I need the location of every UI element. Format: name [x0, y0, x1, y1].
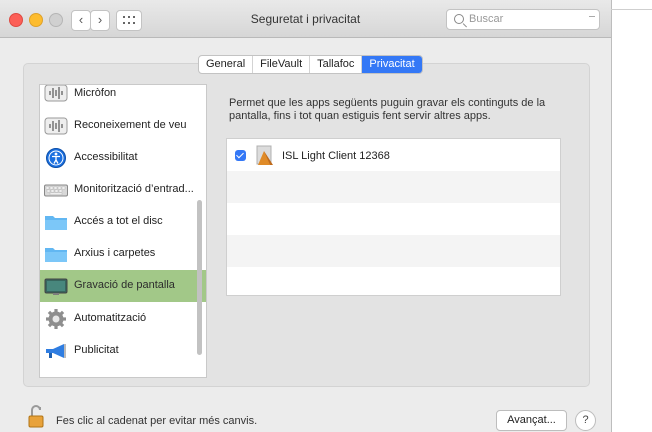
- folder-icon: [45, 216, 67, 230]
- sidebar-item-partial: [40, 368, 206, 378]
- background-line: [611, 9, 652, 10]
- search-input[interactable]: Buscar: [446, 9, 600, 30]
- help-button[interactable]: ?: [575, 410, 596, 431]
- app-name: ISL Light Client 12368: [282, 150, 390, 162]
- sidebar-item-accessibilitat[interactable]: Accessibilitat: [40, 142, 206, 174]
- accessibility-icon: [46, 148, 66, 168]
- sidebar-item-label: Publicitat: [74, 344, 119, 356]
- advanced-button[interactable]: Avançat...: [496, 410, 567, 431]
- preferences-window: ‹ › Seguretat i privacitat Buscar Genera…: [0, 0, 612, 432]
- sidebar-item-label: Arxius i carpetes: [74, 247, 156, 259]
- isl-app-icon: [256, 145, 273, 165]
- tab-privacitat[interactable]: Privacitat: [362, 56, 422, 73]
- title-bar: ‹ › Seguretat i privacitat Buscar: [0, 0, 611, 38]
- description-text: Permet que les apps següents puguin grav…: [229, 97, 546, 122]
- sidebar-item-microfon[interactable]: Micròfon: [40, 85, 206, 109]
- tab-general[interactable]: General: [199, 56, 254, 73]
- sidebar-item-gravacio-pantalla[interactable]: Gravació de pantalla: [40, 270, 206, 302]
- app-list: ISL Light Client 12368: [226, 138, 561, 296]
- sidebar-item-monitoritzacio[interactable]: Monitorització d’entrad...: [40, 174, 206, 206]
- lock-text: Fes clic al cadenat per evitar més canvi…: [56, 415, 258, 427]
- sidebar-item-label: Reconeixement de veu: [74, 119, 187, 131]
- sidebar-item-label: Automatització: [74, 312, 147, 324]
- privacy-category-list[interactable]: Micròfon Reconeixement de veu Accessibil…: [39, 84, 207, 378]
- keyboard-icon: [44, 184, 68, 197]
- sidebar-item-label: Accés a tot el disc: [74, 215, 163, 227]
- display-icon: [44, 278, 68, 295]
- empty-row: [227, 267, 560, 293]
- sidebar-item-publicitat[interactable]: Publicitat: [40, 335, 206, 367]
- sidebar-item-automatitzacio[interactable]: Automatització: [40, 303, 206, 335]
- search-icon: [454, 14, 464, 24]
- search-clear-icon: [589, 16, 595, 17]
- sidebar-item-label: Micròfon: [74, 87, 117, 99]
- list-scrollbar[interactable]: [197, 200, 202, 355]
- list-item[interactable]: ISL Light Client 12368: [227, 139, 560, 171]
- empty-row: [227, 203, 560, 235]
- tab-bar: General FileVault Tallafoc Privacitat: [198, 55, 423, 74]
- megaphone-icon: [46, 344, 66, 358]
- tab-tallafoc[interactable]: Tallafoc: [310, 56, 363, 73]
- sidebar-item-reconeixement-de-veu[interactable]: Reconeixement de veu: [40, 110, 206, 142]
- sidebar-item-label: Monitorització d’entrad...: [74, 183, 194, 195]
- tab-filevault[interactable]: FileVault: [253, 56, 311, 73]
- sidebar-item-label: Gravació de pantalla: [74, 279, 175, 291]
- gear-icon: [46, 309, 66, 329]
- search-placeholder: Buscar: [469, 13, 504, 25]
- empty-row: [227, 171, 560, 203]
- empty-row: [227, 235, 560, 267]
- lock-icon[interactable]: [28, 404, 44, 428]
- folder-icon: [45, 248, 67, 262]
- microphone-waveform-icon: [44, 85, 68, 102]
- partial-item-icon: [44, 374, 68, 378]
- speech-waveform-icon: [44, 117, 68, 135]
- sidebar-item-arxius-carpetes[interactable]: Arxius i carpetes: [40, 238, 206, 270]
- sidebar-item-acces-disc[interactable]: Accés a tot el disc: [40, 206, 206, 238]
- sidebar-item-label: Accessibilitat: [74, 151, 138, 163]
- app-checkbox[interactable]: [235, 150, 246, 161]
